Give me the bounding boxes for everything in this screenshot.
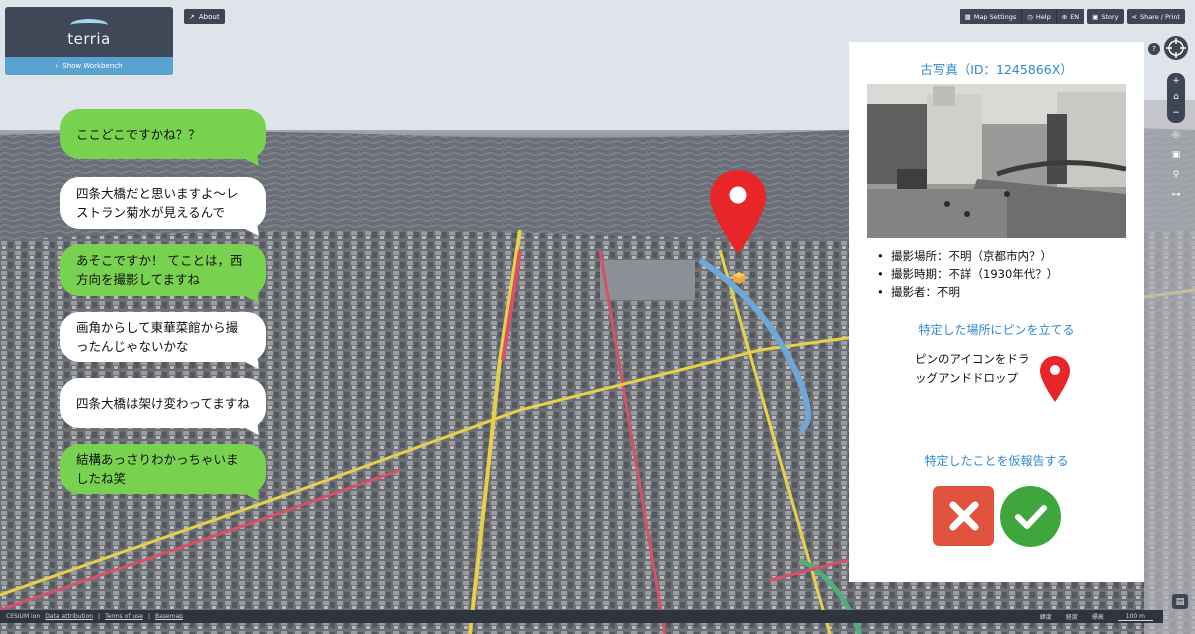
coordinate-readout: 緯度 経度 標高 100 m [1040, 612, 1163, 621]
old-photo [867, 84, 1126, 238]
home-icon[interactable]: ⌂ [1167, 89, 1185, 105]
zoom-out-icon[interactable]: − [1167, 105, 1185, 121]
close-icon [949, 501, 978, 531]
pin-heading: 特定した場所にピンを立てる [918, 323, 1075, 337]
show-workbench-button[interactable]: › Show Workbench [5, 57, 173, 75]
story-button[interactable]: ▣ Story [1087, 9, 1124, 24]
scale-bar: 100 m [1117, 613, 1153, 621]
top-toolbar: ▦ Map Settings ◷ Help ⊕ EN ▣ Story ⋖ Share / … [959, 9, 1185, 24]
data-attribution-link[interactable]: Data attribution [45, 613, 93, 620]
report-heading: 特定したことを仮報告する [924, 454, 1069, 468]
chat-text: ここどこですかね？？ [76, 126, 201, 142]
brand-panel: terria › Show Workbench [5, 7, 173, 75]
chat-bubble: 四条大橋だと思いますよ〜レストラン菊水が見えるんで [60, 177, 266, 240]
footer-bar: CESIUM ion Data attribution | Terms of u… [0, 610, 1163, 623]
info-item: 撮影場所：不明（京都市内？） [877, 247, 1058, 265]
about-label: About [198, 12, 220, 21]
info-item: 撮影時期：不詳（1930年代？） [877, 265, 1058, 283]
terms-link[interactable]: Terms of use [105, 613, 143, 620]
location-marker-icon [733, 272, 745, 284]
chat-bubble: 結構あっさりわかっちゃいましたね笑 [60, 444, 266, 505]
chevron-right-icon: › [55, 62, 59, 70]
chat-bubble: 画角からして東華菜館から撮ったんじゃないかな [60, 312, 266, 373]
latitude-label: 緯度 [1039, 614, 1052, 621]
story-icon: ▣ [1092, 12, 1099, 21]
language-label: EN [1070, 12, 1080, 21]
check-icon [1014, 504, 1047, 529]
help-button[interactable]: ◷ Help [1022, 9, 1057, 24]
share-button[interactable]: ⋖ Share / Print [1126, 9, 1185, 24]
chat-text: 四条大橋は架け変わってますね [76, 395, 250, 411]
story-label: Story [1101, 12, 1119, 21]
about-button[interactable]: ↗ About [184, 9, 225, 24]
help-label: Help [1035, 12, 1051, 21]
confirm-button[interactable] [1000, 486, 1061, 547]
info-item: 撮影者：不明 [877, 283, 1058, 301]
chat-text: あそこですか！ てことは，西方向を撮影してますね [76, 253, 243, 287]
share-icon: ⋖ [1131, 12, 1137, 21]
map-pin-icon[interactable] [708, 168, 768, 258]
longitude-label: 経度 [1065, 614, 1078, 621]
photo-info-list: 撮影場所：不明（京都市内？） 撮影時期：不詳（1930年代？） 撮影者：不明 [877, 247, 1058, 301]
pedestrian-icon[interactable]: ⚲ [1167, 167, 1185, 183]
chat-text: 四条大橋だと思いますよ〜レストラン菊水が見えるんで [76, 186, 239, 220]
locate-icon[interactable]: ◎ [1167, 127, 1185, 143]
map-settings-button[interactable]: ▦ Map Settings [959, 9, 1023, 24]
chat-text: 結構あっさりわかっちゃいましたね笑 [76, 452, 239, 486]
map-settings-label: Map Settings [973, 12, 1017, 21]
globe-icon: ⊕ [1061, 12, 1068, 21]
pin-instruction: ピンのアイコンをドラッグアンドドロップ [915, 352, 1030, 385]
separator: | [98, 613, 101, 620]
logo-text: terria [67, 29, 111, 48]
chat-text: 画角からして東華菜館から撮ったんじゃないかな [76, 320, 239, 354]
chat-bubble: ここどこですかね？？ [60, 109, 266, 170]
help-icon: ◷ [1027, 12, 1033, 21]
chat-icon[interactable]: ▤ [1172, 594, 1188, 609]
basemap-link[interactable]: Basemap [155, 613, 183, 620]
zoom-in-icon[interactable]: + [1167, 73, 1185, 89]
toolbar-group: ▦ Map Settings ◷ Help ⊕ EN [959, 9, 1085, 24]
chat-bubble: 四条大橋は架け変わってますね [60, 378, 266, 439]
panel-title: 古写真（ID：1245866X） [920, 62, 1073, 77]
measure-icon[interactable]: ⊶ [1167, 187, 1185, 203]
reject-button[interactable] [933, 486, 994, 546]
compass-icon[interactable] [1163, 35, 1189, 61]
chat-bubble: あそこですか！ てことは，西方向を撮影してますね [60, 244, 266, 307]
external-link-icon: ↗ [189, 12, 195, 21]
cesium-logo: CESIUM ion [6, 613, 41, 620]
share-label: Share / Print [1139, 12, 1180, 21]
help-small-button[interactable]: ? [1148, 43, 1160, 55]
photo-panel: 古写真（ID：1245866X） 撮影場所：不明（京都市内？） 撮影時期：不詳（… [849, 42, 1144, 582]
screen-icon[interactable]: ▣ [1167, 147, 1185, 163]
layers-icon: ▦ [964, 12, 971, 21]
elevation-label: 標高 [1091, 614, 1104, 621]
terria-logo: terria [5, 7, 173, 57]
separator: | [147, 613, 150, 620]
draggable-pin-icon[interactable] [1038, 354, 1072, 404]
language-button[interactable]: ⊕ EN [1056, 9, 1085, 24]
workbench-label: Show Workbench [62, 62, 123, 70]
